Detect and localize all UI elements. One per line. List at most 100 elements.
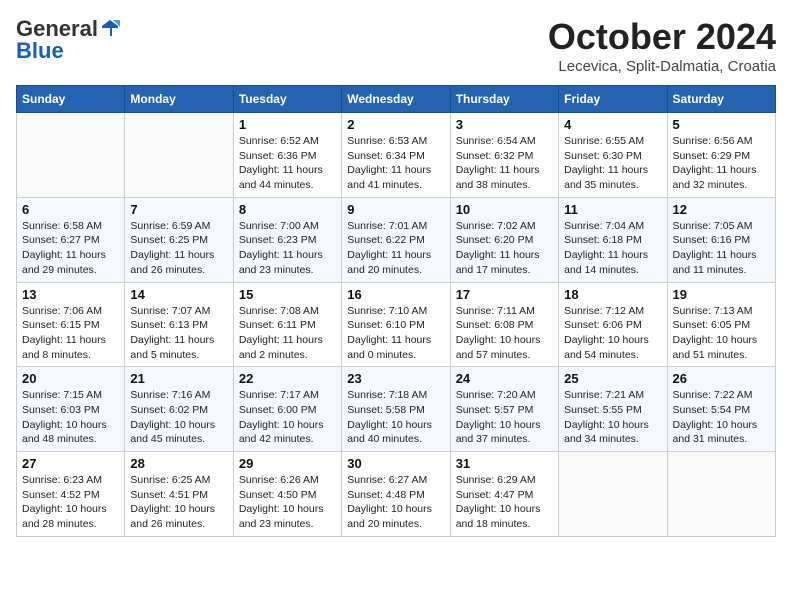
calendar-week-1: 1 Sunrise: 6:52 AM Sunset: 6:36 PM Daylig… (17, 113, 776, 198)
day-number: 8 (239, 202, 336, 217)
cell-info: Sunrise: 7:00 AM Sunset: 6:23 PM Dayligh… (239, 219, 336, 278)
cell-info: Sunrise: 6:55 AM Sunset: 6:30 PM Dayligh… (564, 134, 661, 193)
header-wednesday: Wednesday (342, 86, 450, 113)
calendar-cell: 28 Sunrise: 6:25 AM Sunset: 4:51 PM Dayli… (125, 452, 233, 537)
cell-info: Sunrise: 6:29 AM Sunset: 4:47 PM Dayligh… (456, 473, 553, 532)
cell-info: Sunrise: 6:54 AM Sunset: 6:32 PM Dayligh… (456, 134, 553, 193)
calendar-cell: 31 Sunrise: 6:29 AM Sunset: 4:47 PM Dayli… (450, 452, 558, 537)
header-friday: Friday (559, 86, 667, 113)
calendar-cell (667, 452, 775, 537)
calendar-cell: 3 Sunrise: 6:54 AM Sunset: 6:32 PM Daylig… (450, 113, 558, 198)
calendar-cell: 12 Sunrise: 7:05 AM Sunset: 6:16 PM Dayli… (667, 197, 775, 282)
title-block: October 2024 Lecevica, Split-Dalmatia, C… (548, 16, 776, 75)
day-number: 1 (239, 117, 336, 132)
day-number: 18 (564, 287, 661, 302)
header-tuesday: Tuesday (233, 86, 341, 113)
cell-info: Sunrise: 7:12 AM Sunset: 6:06 PM Dayligh… (564, 304, 661, 363)
cell-info: Sunrise: 6:58 AM Sunset: 6:27 PM Dayligh… (22, 219, 119, 278)
calendar-cell: 26Sunrise: 7:22 AM Sunset: 5:54 PM Dayli… (667, 367, 775, 452)
day-number: 5 (673, 117, 770, 132)
cell-info: Sunrise: 7:02 AM Sunset: 6:20 PM Dayligh… (456, 219, 553, 278)
cell-info: Sunrise: 7:13 AM Sunset: 6:05 PM Dayligh… (673, 304, 770, 363)
day-number: 3 (456, 117, 553, 132)
calendar-week-5: 27 Sunrise: 6:23 AM Sunset: 4:52 PM Dayli… (17, 452, 776, 537)
calendar-week-3: 13Sunrise: 7:06 AM Sunset: 6:15 PM Dayli… (17, 282, 776, 367)
cell-info: Sunrise: 7:20 AM Sunset: 5:57 PM Dayligh… (456, 388, 553, 447)
day-number: 2 (347, 117, 444, 132)
cell-info: Sunrise: 7:07 AM Sunset: 6:13 PM Dayligh… (130, 304, 227, 363)
calendar-cell: 8 Sunrise: 7:00 AM Sunset: 6:23 PM Daylig… (233, 197, 341, 282)
day-number: 14 (130, 287, 227, 302)
day-number: 29 (239, 456, 336, 471)
cell-info: Sunrise: 7:01 AM Sunset: 6:22 PM Dayligh… (347, 219, 444, 278)
cell-info: Sunrise: 7:04 AM Sunset: 6:18 PM Dayligh… (564, 219, 661, 278)
calendar-table: SundayMondayTuesdayWednesdayThursdayFrid… (16, 85, 776, 537)
location-subtitle: Lecevica, Split-Dalmatia, Croatia (548, 58, 776, 75)
day-number: 27 (22, 456, 119, 471)
day-number: 17 (456, 287, 553, 302)
cell-info: Sunrise: 6:26 AM Sunset: 4:50 PM Dayligh… (239, 473, 336, 532)
calendar-cell (17, 113, 125, 198)
calendar-cell (125, 113, 233, 198)
calendar-cell: 22 Sunrise: 7:17 AM Sunset: 6:00 PM Dayli… (233, 367, 341, 452)
day-number: 28 (130, 456, 227, 471)
calendar-cell: 18 Sunrise: 7:12 AM Sunset: 6:06 PM Dayli… (559, 282, 667, 367)
header-sunday: Sunday (17, 86, 125, 113)
calendar-week-4: 20 Sunrise: 7:15 AM Sunset: 6:03 PM Dayli… (17, 367, 776, 452)
header-monday: Monday (125, 86, 233, 113)
calendar-cell: 1 Sunrise: 6:52 AM Sunset: 6:36 PM Daylig… (233, 113, 341, 198)
day-number: 9 (347, 202, 444, 217)
calendar-cell: 29 Sunrise: 6:26 AM Sunset: 4:50 PM Dayli… (233, 452, 341, 537)
cell-info: Sunrise: 6:27 AM Sunset: 4:48 PM Dayligh… (347, 473, 444, 532)
cell-info: Sunrise: 7:18 AM Sunset: 5:58 PM Dayligh… (347, 388, 444, 447)
day-number: 30 (347, 456, 444, 471)
calendar-cell: 7 Sunrise: 6:59 AM Sunset: 6:25 PM Daylig… (125, 197, 233, 282)
cell-info: Sunrise: 6:52 AM Sunset: 6:36 PM Dayligh… (239, 134, 336, 193)
day-number: 31 (456, 456, 553, 471)
day-number: 22 (239, 371, 336, 386)
logo-blue: Blue (16, 38, 64, 64)
calendar-cell: 27 Sunrise: 6:23 AM Sunset: 4:52 PM Dayli… (17, 452, 125, 537)
day-number: 7 (130, 202, 227, 217)
calendar-cell: 25Sunrise: 7:21 AM Sunset: 5:55 PM Dayli… (559, 367, 667, 452)
day-number: 16 (347, 287, 444, 302)
calendar-cell: 4 Sunrise: 6:55 AM Sunset: 6:30 PM Daylig… (559, 113, 667, 198)
calendar-cell: 5 Sunrise: 6:56 AM Sunset: 6:29 PM Daylig… (667, 113, 775, 198)
calendar-cell: 20 Sunrise: 7:15 AM Sunset: 6:03 PM Dayli… (17, 367, 125, 452)
cell-info: Sunrise: 7:06 AM Sunset: 6:15 PM Dayligh… (22, 304, 119, 363)
cell-info: Sunrise: 7:15 AM Sunset: 6:03 PM Dayligh… (22, 388, 119, 447)
calendar-week-2: 6 Sunrise: 6:58 AM Sunset: 6:27 PM Daylig… (17, 197, 776, 282)
logo: General Blue (16, 16, 120, 64)
calendar-header-row: SundayMondayTuesdayWednesdayThursdayFrid… (17, 86, 776, 113)
calendar-cell: 23 Sunrise: 7:18 AM Sunset: 5:58 PM Dayli… (342, 367, 450, 452)
day-number: 12 (673, 202, 770, 217)
calendar-cell: 2 Sunrise: 6:53 AM Sunset: 6:34 PM Daylig… (342, 113, 450, 198)
day-number: 21 (130, 371, 227, 386)
calendar-cell: 19Sunrise: 7:13 AM Sunset: 6:05 PM Dayli… (667, 282, 775, 367)
day-number: 23 (347, 371, 444, 386)
day-number: 20 (22, 371, 119, 386)
logo-icon (100, 18, 120, 38)
cell-info: Sunrise: 6:59 AM Sunset: 6:25 PM Dayligh… (130, 219, 227, 278)
page-header: General Blue October 2024 Lecevica, Spli… (16, 16, 776, 75)
day-number: 25 (564, 371, 661, 386)
cell-info: Sunrise: 7:05 AM Sunset: 6:16 PM Dayligh… (673, 219, 770, 278)
cell-info: Sunrise: 7:16 AM Sunset: 6:02 PM Dayligh… (130, 388, 227, 447)
day-number: 4 (564, 117, 661, 132)
calendar-cell: 9 Sunrise: 7:01 AM Sunset: 6:22 PM Daylig… (342, 197, 450, 282)
calendar-cell: 21 Sunrise: 7:16 AM Sunset: 6:02 PM Dayli… (125, 367, 233, 452)
day-number: 6 (22, 202, 119, 217)
cell-info: Sunrise: 6:23 AM Sunset: 4:52 PM Dayligh… (22, 473, 119, 532)
calendar-cell (559, 452, 667, 537)
calendar-cell: 16Sunrise: 7:10 AM Sunset: 6:10 PM Dayli… (342, 282, 450, 367)
cell-info: Sunrise: 7:17 AM Sunset: 6:00 PM Dayligh… (239, 388, 336, 447)
calendar-cell: 11Sunrise: 7:04 AM Sunset: 6:18 PM Dayli… (559, 197, 667, 282)
day-number: 24 (456, 371, 553, 386)
calendar-cell: 17Sunrise: 7:11 AM Sunset: 6:08 PM Dayli… (450, 282, 558, 367)
cell-info: Sunrise: 6:53 AM Sunset: 6:34 PM Dayligh… (347, 134, 444, 193)
cell-info: Sunrise: 6:56 AM Sunset: 6:29 PM Dayligh… (673, 134, 770, 193)
header-thursday: Thursday (450, 86, 558, 113)
day-number: 15 (239, 287, 336, 302)
month-title: October 2024 (548, 16, 776, 58)
cell-info: Sunrise: 6:25 AM Sunset: 4:51 PM Dayligh… (130, 473, 227, 532)
